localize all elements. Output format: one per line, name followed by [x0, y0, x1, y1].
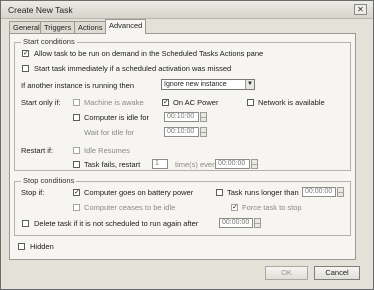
network-available-label: Network is available: [258, 98, 325, 107]
advanced-panel: Start conditions ✓ Allow task to be run …: [9, 33, 356, 260]
delete-after-field[interactable]: 00:00:00: [219, 218, 253, 228]
delete-task-label: Delete task if it is not scheduled to ru…: [34, 219, 199, 228]
idle-duration-spinner[interactable]: [200, 112, 207, 122]
instance-label: If another instance is running then: [21, 81, 134, 90]
stop-conditions-label: Stop conditions: [21, 176, 77, 185]
tab-advanced[interactable]: Advanced: [105, 19, 147, 34]
task-fails-checkbox[interactable]: [73, 161, 80, 168]
machine-awake-label: Machine is awake: [84, 98, 144, 107]
ac-power-checkbox[interactable]: ✓: [162, 99, 169, 106]
start-immediately-checkbox[interactable]: [22, 65, 29, 72]
force-stop-checkbox[interactable]: ✓: [231, 204, 238, 211]
ceases-idle-label: Computer ceases to be idle: [84, 203, 176, 212]
delete-task-checkbox[interactable]: [22, 220, 29, 227]
instance-value: Ignore new instance: [164, 81, 227, 88]
chevron-down-icon: ▼: [245, 80, 254, 89]
runs-longer-field[interactable]: 00:00:00: [302, 187, 336, 197]
stop-conditions-group: Stop conditions Stop if: ✓ Computer goes…: [14, 176, 351, 236]
runs-longer-spinner[interactable]: [337, 187, 344, 197]
ok-button[interactable]: OK: [265, 266, 308, 280]
wait-idle-spinner[interactable]: [200, 127, 207, 137]
computer-idle-checkbox[interactable]: [73, 114, 80, 121]
instance-select[interactable]: Ignore new instance ▼: [161, 79, 255, 90]
wait-for-idle-label: Wait for idle for: [84, 128, 135, 137]
restart-count-field[interactable]: 1: [152, 159, 168, 169]
start-immediately-label: Start task immediately if a scheduled ac…: [34, 64, 232, 73]
close-button[interactable]: ✕: [354, 4, 367, 15]
task-runs-longer-label: Task runs longer than: [227, 188, 299, 197]
task-fails-label: Task fails, restart: [84, 160, 141, 169]
title-bar: Create New Task ✕: [1, 1, 373, 19]
cancel-button[interactable]: Cancel: [314, 266, 360, 280]
times-every-label: time(s) every: [175, 160, 219, 169]
restart-interval-spinner[interactable]: [251, 159, 258, 169]
start-only-if-label: Start only if:: [21, 98, 61, 107]
computer-idle-label: Computer is idle for: [84, 113, 150, 122]
task-runs-longer-checkbox[interactable]: [216, 189, 223, 196]
start-conditions-group: Start conditions ✓ Allow task to be run …: [14, 37, 351, 171]
ceases-idle-checkbox[interactable]: [73, 204, 80, 211]
ac-power-label: On AC Power: [173, 98, 219, 107]
close-icon: ✕: [357, 5, 364, 14]
allow-demand-checkbox[interactable]: ✓: [22, 50, 29, 57]
create-task-dialog: Create New Task ✕ General Triggers Actio…: [0, 0, 374, 290]
restart-interval-field[interactable]: 00:00:00: [215, 159, 250, 169]
allow-demand-label: Allow task to be run on demand in the Sc…: [34, 49, 264, 58]
force-stop-label: Force task to stop: [242, 203, 302, 212]
start-conditions-label: Start conditions: [21, 37, 77, 46]
hidden-checkbox[interactable]: [18, 243, 25, 250]
hidden-label: Hidden: [30, 242, 54, 251]
network-available-checkbox[interactable]: [247, 99, 254, 106]
stop-if-label: Stop if:: [21, 188, 45, 197]
machine-awake-checkbox[interactable]: [73, 99, 80, 106]
idle-duration-field[interactable]: 00:10:00: [164, 112, 199, 122]
delete-after-spinner[interactable]: [254, 218, 261, 228]
restart-if-label: Restart if:: [21, 146, 54, 155]
idle-resumes-label: Idle Resumes: [84, 146, 130, 155]
idle-resumes-checkbox[interactable]: [73, 147, 80, 154]
wait-idle-field[interactable]: 00:10:00: [164, 127, 199, 137]
dialog-title: Create New Task: [8, 5, 73, 15]
on-battery-checkbox[interactable]: ✓: [73, 189, 80, 196]
on-battery-label: Computer goes on battery power: [84, 188, 194, 197]
